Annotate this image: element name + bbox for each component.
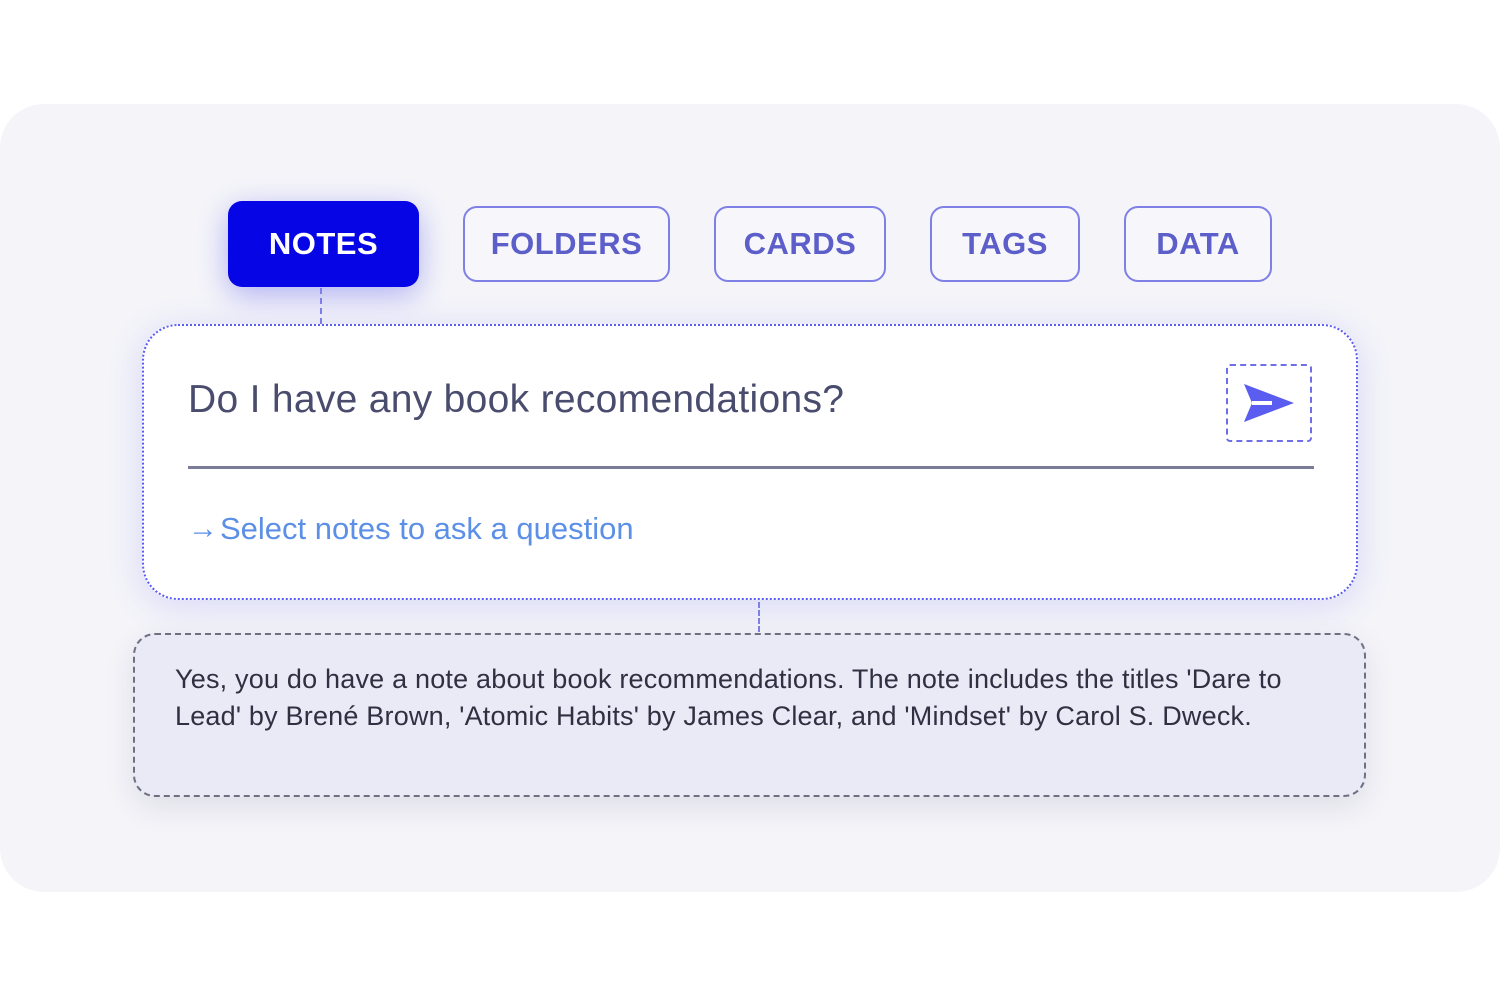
tab-folders[interactable]: FOLDERS xyxy=(463,206,670,282)
input-underline xyxy=(188,466,1314,469)
tab-notes[interactable]: NOTES xyxy=(228,201,419,287)
tab-label: DATA xyxy=(1156,226,1240,261)
query-card: Do I have any book recomendations? → Sel… xyxy=(142,324,1358,600)
arrow-right-icon: → xyxy=(188,512,218,545)
select-notes-link[interactable]: → Select notes to ask a question xyxy=(188,511,634,547)
tab-label: NOTES xyxy=(268,226,379,261)
tab-bar: NOTES FOLDERS CARDS TAGS DATA xyxy=(0,104,1500,304)
answer-card: Yes, you do have a note about book recom… xyxy=(133,633,1366,797)
select-notes-label: Select notes to ask a question xyxy=(220,511,634,546)
answer-connector-line xyxy=(758,602,760,632)
app-canvas: NOTES FOLDERS CARDS TAGS DATA Do I have … xyxy=(0,104,1500,892)
answer-text: Yes, you do have a note about book recom… xyxy=(175,664,1282,731)
tab-tags[interactable]: TAGS xyxy=(930,206,1080,282)
tab-label: CARDS xyxy=(743,226,857,261)
tab-label: TAGS xyxy=(962,226,1048,261)
send-button[interactable] xyxy=(1226,364,1312,442)
tab-connector-line xyxy=(320,288,322,324)
send-icon xyxy=(1244,384,1294,422)
tab-data[interactable]: DATA xyxy=(1124,206,1272,282)
tab-label: FOLDERS xyxy=(490,226,643,261)
question-input[interactable]: Do I have any book recomendations? xyxy=(188,378,844,422)
tab-cards[interactable]: CARDS xyxy=(714,206,886,282)
